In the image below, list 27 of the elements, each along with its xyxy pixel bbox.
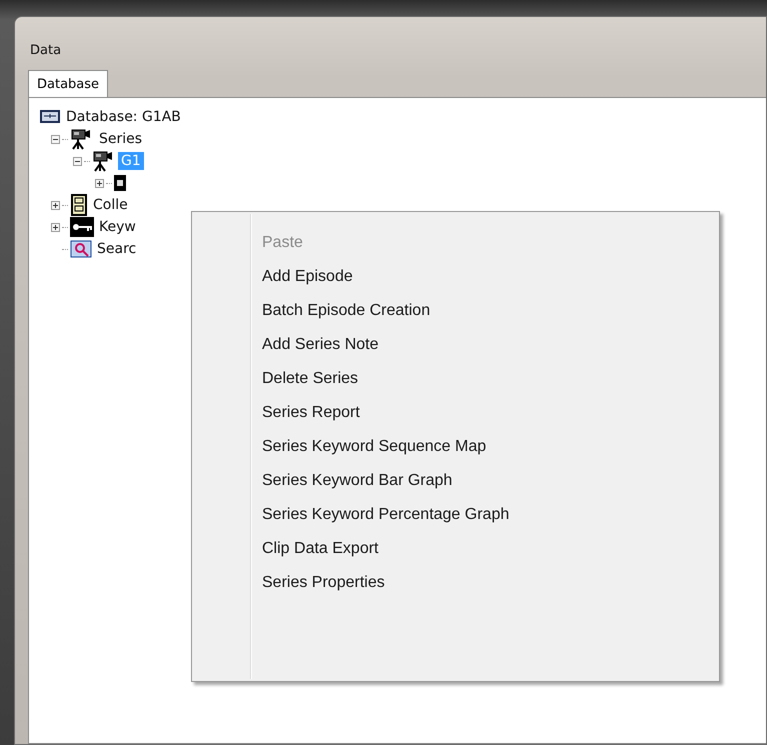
search-icon (70, 240, 92, 258)
menu-item[interactable]: Series Properties (192, 566, 719, 600)
tree-item[interactable]: Database: G1AB (63, 108, 184, 126)
menu-item[interactable]: Clip Data Export (192, 532, 719, 566)
menu-item[interactable]: Series Keyword Percentage Graph (192, 498, 719, 532)
tab[interactable]: Database (28, 70, 108, 97)
menu-item[interactable]: Series Report (192, 396, 719, 430)
tree-item[interactable]: Colle (90, 196, 131, 214)
collapse-toggle[interactable] (73, 156, 82, 166)
cabinet-icon (70, 194, 88, 216)
tree-item[interactable]: Searc (94, 240, 140, 258)
expand-toggle[interactable] (51, 222, 60, 232)
tree-item[interactable]: Keyw (96, 218, 139, 236)
menu-item[interactable]: Series Keyword Bar Graph (192, 464, 719, 498)
menu-item[interactable]: Batch Episode Creation (192, 294, 719, 328)
monitor-icon (39, 109, 61, 125)
menu-item[interactable]: Add Episode (192, 260, 719, 294)
film-icon (114, 175, 126, 191)
collapse-toggle[interactable] (51, 134, 60, 144)
window-title: Data (29, 42, 62, 60)
expand-toggle[interactable] (95, 178, 104, 188)
tree-item[interactable]: Series (96, 130, 146, 148)
menu-item[interactable]: Add Series Note (192, 328, 719, 362)
key-icon (70, 217, 94, 237)
menu-item[interactable]: Delete Series (192, 362, 719, 396)
expand-toggle[interactable] (51, 200, 60, 210)
menu-item[interactable]: Series Keyword Sequence Map (192, 430, 719, 464)
